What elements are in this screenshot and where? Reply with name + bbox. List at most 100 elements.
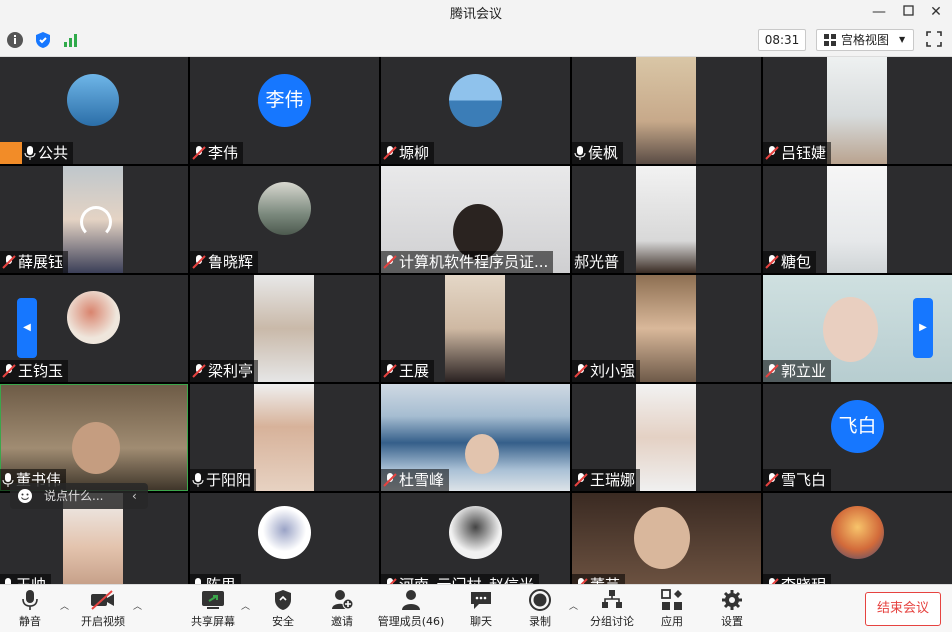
name-tag: 计算机软件程序员证...	[381, 251, 554, 273]
participant-tile[interactable]: 计算机软件程序员证...	[381, 166, 570, 273]
mute-button[interactable]: 静音	[12, 587, 48, 629]
avatar	[67, 74, 119, 126]
name-tag: 王瑞娜	[572, 469, 641, 491]
name-tag: 鲁晓辉	[190, 251, 259, 273]
video-feed	[827, 166, 887, 273]
participant-tile[interactable]: 侯枫	[572, 57, 761, 164]
participant-tile[interactable]: 陈思	[190, 493, 379, 584]
video-feed	[823, 297, 878, 362]
microphone-muted-icon	[765, 255, 779, 269]
record-button[interactable]: 录制	[522, 587, 558, 629]
video-feed	[72, 422, 120, 474]
close-icon[interactable]: ✕	[926, 2, 946, 22]
participant-tile[interactable]: 董芸	[572, 493, 761, 584]
participant-tile[interactable]: 李伟 李伟	[190, 57, 379, 164]
participant-tile[interactable]: 王瑞娜	[572, 384, 761, 491]
grid-view-icon	[824, 34, 836, 46]
name-tag: 王展	[381, 360, 435, 382]
shield-icon[interactable]	[33, 30, 53, 50]
title-bar: 腾讯会议 — ✕	[0, 0, 952, 24]
name-tag: 塬柳	[381, 142, 435, 164]
video-grid: 公共 李伟 李伟 塬柳 侯枫 吕钰婕 薛展钰 鲁晓辉 计算机软件程序员证... …	[0, 57, 952, 584]
view-layout-button[interactable]: 宫格视图 ▼	[816, 29, 914, 51]
host-icon	[0, 142, 22, 164]
avatar: 飞白	[831, 400, 884, 453]
video-feed	[445, 275, 505, 382]
participant-tile[interactable]: 董书伟	[0, 384, 188, 491]
mute-options-caret-icon[interactable]: ︿	[60, 599, 69, 612]
loading-spinner-icon	[80, 206, 112, 238]
microphone-muted-icon	[383, 473, 397, 487]
name-tag: 杜雪峰	[381, 469, 450, 491]
participant-tile[interactable]: 王展	[381, 275, 570, 382]
security-shield-icon	[275, 590, 291, 610]
avatar	[449, 74, 502, 127]
name-tag: 郭立业	[763, 360, 832, 382]
video-feed	[636, 275, 696, 382]
participant-tile[interactable]: 鲁晓辉	[190, 166, 379, 273]
name-tag: 于阳阳	[190, 469, 257, 491]
video-button[interactable]: 开启视频	[79, 587, 127, 629]
name-tag: 王钧玉	[0, 360, 69, 382]
chat-quick-input[interactable]: 说点什么... ‹	[10, 483, 148, 509]
info-icon[interactable]	[5, 30, 25, 50]
microphone-muted-icon	[574, 364, 588, 378]
minimize-icon[interactable]: —	[869, 2, 889, 22]
manage-members-button[interactable]: 管理成员(46)	[376, 587, 446, 629]
share-options-caret-icon[interactable]: ︿	[241, 599, 250, 612]
end-meeting-button[interactable]: 结束会议	[865, 592, 941, 626]
participant-tile[interactable]: 吕钰婕	[763, 57, 952, 164]
video-feed	[465, 434, 499, 474]
fullscreen-icon[interactable]	[925, 30, 945, 50]
signal-icon[interactable]	[61, 30, 81, 50]
gear-icon	[722, 590, 742, 610]
share-screen-button[interactable]: 共享屏幕	[189, 587, 237, 629]
participant-tile[interactable]: 飞白 雪飞白	[763, 384, 952, 491]
prev-page-arrow-icon[interactable]: ◀	[17, 298, 37, 358]
collapse-icon[interactable]: ‹	[132, 483, 137, 509]
participant-tile[interactable]: 郝光普	[572, 166, 761, 273]
participant-tile[interactable]: 糖包	[763, 166, 952, 273]
security-button[interactable]: 安全	[265, 587, 301, 629]
participant-tile[interactable]: 河南_云门村_赵信光	[381, 493, 570, 584]
video-options-caret-icon[interactable]: ︿	[133, 599, 142, 612]
record-options-caret-icon[interactable]: ︿	[569, 599, 578, 612]
participant-tile[interactable]: 杜雪峰	[381, 384, 570, 491]
avatar	[67, 291, 120, 344]
name-tag: 李伟	[190, 142, 244, 164]
avatar	[258, 182, 311, 235]
participant-tile[interactable]: 梁利亭	[190, 275, 379, 382]
microphone-icon	[574, 146, 586, 160]
participant-tile[interactable]: 公共	[0, 57, 188, 164]
meeting-timer: 08:31	[758, 29, 806, 51]
meeting-info-bar: 08:31 宫格视图 ▼	[0, 24, 952, 57]
breakout-rooms-button[interactable]: 分组讨论	[588, 587, 636, 629]
name-tag: 梁利亭	[190, 360, 259, 382]
avatar	[449, 506, 502, 559]
next-page-arrow-icon[interactable]: ▶	[913, 298, 933, 358]
view-layout-label: 宫格视图	[841, 33, 890, 47]
microphone-muted-icon	[765, 146, 779, 160]
microphone-icon	[24, 146, 36, 160]
microphone-muted-icon	[383, 255, 397, 269]
name-tag: 陈思	[190, 574, 242, 584]
participant-tile[interactable]: 李晓玥	[763, 493, 952, 584]
microphone-muted-icon	[2, 255, 16, 269]
name-tag: 吕钰婕	[763, 142, 832, 164]
chat-button[interactable]: 聊天	[463, 587, 499, 629]
chat-placeholder: 说点什么...	[44, 489, 104, 503]
microphone-muted-icon	[192, 146, 206, 160]
invite-user-icon	[332, 590, 353, 610]
microphone-muted-icon	[192, 255, 206, 269]
participant-tile[interactable]: 塬柳	[381, 57, 570, 164]
participant-tile[interactable]: 刘小强	[572, 275, 761, 382]
camera-off-icon	[91, 590, 114, 610]
name-tag: 董芸	[572, 574, 626, 584]
participant-tile[interactable]: 薛展钰	[0, 166, 188, 273]
settings-button[interactable]: 设置	[714, 587, 750, 629]
participant-tile[interactable]: 于阳阳	[190, 384, 379, 491]
apps-button[interactable]: 应用	[654, 587, 690, 629]
maximize-icon[interactable]	[898, 2, 918, 22]
name-tag: 王帅	[0, 574, 52, 584]
invite-button[interactable]: 邀请	[324, 587, 360, 629]
